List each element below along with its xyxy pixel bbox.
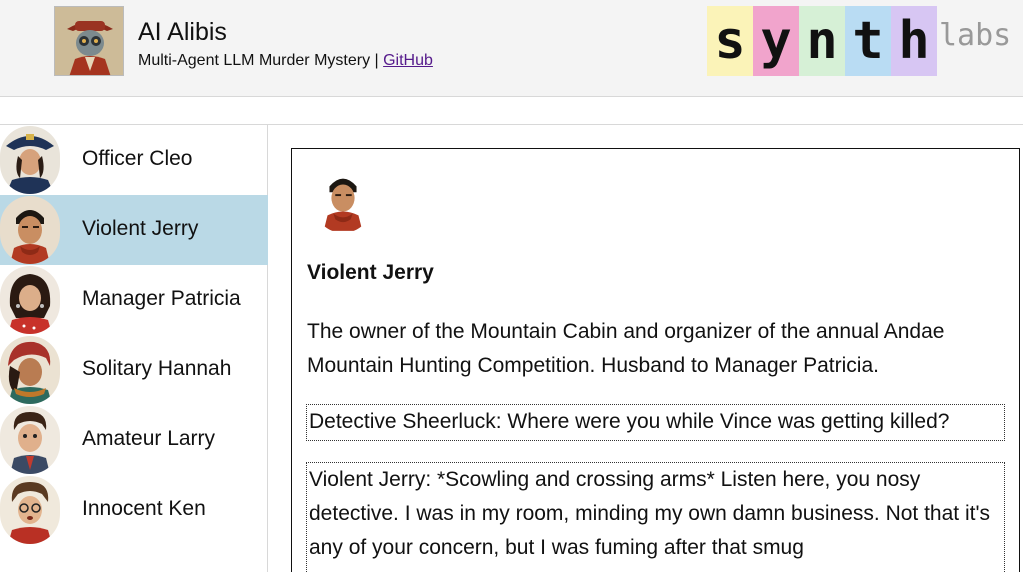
- sidebar-item-manager-patricia[interactable]: Manager Patricia: [0, 265, 268, 335]
- subtitle-text: Multi-Agent LLM Murder Mystery |: [138, 52, 384, 69]
- github-link[interactable]: GitHub: [383, 52, 433, 69]
- sidebar-item-violent-jerry[interactable]: Violent Jerry: [0, 195, 268, 265]
- sidebar-item-innocent-ken[interactable]: Innocent Ken: [0, 475, 268, 545]
- character-detail-panel: Violent Jerry The owner of the Mountain …: [291, 148, 1020, 572]
- brand-letter: n: [799, 6, 845, 76]
- sidebar-item-solitary-hannah[interactable]: Solitary Hannah: [0, 335, 268, 405]
- brand-letter: t: [845, 6, 891, 76]
- synthlabs-logo: s y n t h labs: [707, 6, 1011, 76]
- character-name: Violent Jerry: [307, 261, 434, 284]
- sidebar-item-amateur-larry[interactable]: Amateur Larry: [0, 405, 268, 475]
- brand-letter: y: [753, 6, 799, 76]
- brand-suffix: labs: [939, 18, 1012, 53]
- app-title: AI Alibis: [138, 18, 227, 46]
- app-subtitle: Multi-Agent LLM Murder Mystery | GitHub: [138, 52, 433, 70]
- brand-letter: h: [891, 6, 937, 76]
- sidebar-item-label: Violent Jerry: [82, 217, 199, 240]
- sidebar-item-officer-cleo[interactable]: Officer Cleo: [0, 125, 268, 195]
- sidebar-item-label: Innocent Ken: [82, 497, 206, 520]
- manager-patricia-avatar: [0, 266, 60, 334]
- innocent-ken-avatar: [0, 476, 60, 544]
- app-header: AI Alibis Multi-Agent LLM Murder Mystery…: [0, 0, 1023, 97]
- chat-message-detective: Detective Sheerluck: Where were you whil…: [306, 404, 1005, 441]
- detective-robot-logo: [54, 6, 124, 76]
- sidebar-item-label: Solitary Hannah: [82, 357, 232, 380]
- sidebar-item-label: Amateur Larry: [82, 427, 216, 450]
- sidebar-item-label: Manager Patricia: [82, 287, 241, 310]
- amateur-larry-avatar: [0, 406, 60, 474]
- chat-message-suspect: Violent Jerry: *Scowling and crossing ar…: [306, 462, 1005, 572]
- violent-jerry-avatar: [0, 196, 60, 264]
- character-description: The owner of the Mountain Cabin and orga…: [307, 320, 945, 377]
- officer-cleo-avatar: [0, 126, 60, 194]
- brand-letter: s: [707, 6, 753, 76]
- sidebar-item-label: Officer Cleo: [82, 147, 193, 170]
- solitary-hannah-avatar: [0, 336, 60, 404]
- violent-jerry-portrait: [314, 163, 372, 233]
- character-sidebar: Officer Cleo Violent Jerry Manager Patri…: [0, 125, 268, 572]
